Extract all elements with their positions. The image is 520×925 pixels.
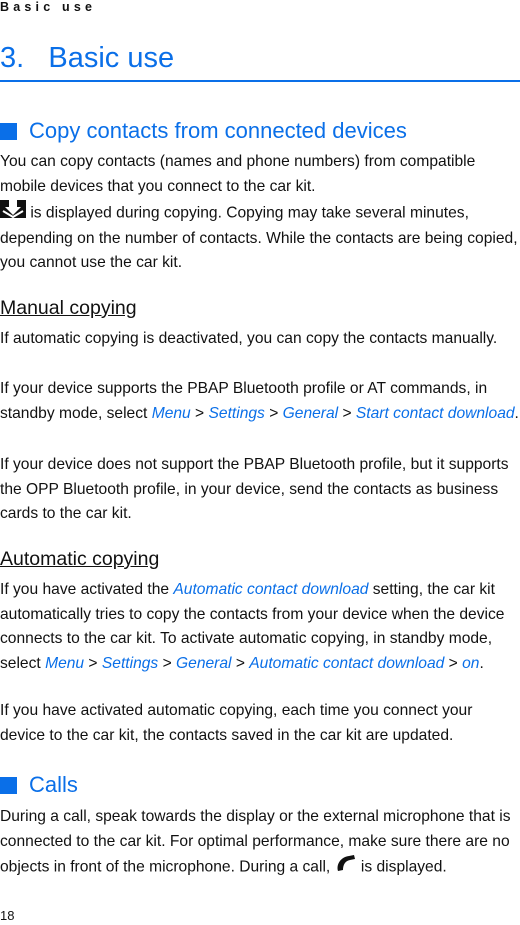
phone-handset-icon	[335, 854, 357, 881]
chapter-rule	[0, 80, 520, 82]
menu-path-item: General	[176, 654, 232, 672]
paragraph: If automatic copying is deactivated, you…	[0, 330, 498, 347]
chapter-heading: 3. Basic use	[0, 38, 520, 82]
section-title-text: Copy contacts from connected devices	[29, 118, 407, 143]
section-title-text: Calls	[29, 772, 78, 797]
menu-path-item: Menu	[45, 654, 85, 672]
paragraph: If you have activated automatic copying,…	[0, 702, 473, 744]
menu-path-item: General	[282, 404, 339, 422]
paragraph: During a call, speak towards the display…	[0, 805, 520, 881]
menu-path-item: Automatic contact download	[249, 654, 445, 672]
menu-path-item: on	[462, 654, 480, 672]
setting-name: Automatic contact download	[173, 581, 369, 598]
paragraph: is displayed during copying. Copying may…	[0, 200, 520, 276]
subsection-title: Automatic copying	[0, 548, 160, 570]
section-title: Calls	[0, 771, 78, 799]
section-square-icon	[0, 776, 17, 794]
running-head: Basic use	[0, 0, 97, 14]
paragraph: If your device supports the PBAP Bluetoo…	[0, 380, 519, 422]
subsection-title: Manual copying	[0, 297, 137, 319]
section-copy-contacts: Copy contacts from connected devices	[0, 117, 407, 145]
paragraph: You can copy contacts (names and phone n…	[0, 153, 476, 195]
section-square-icon	[0, 122, 17, 140]
section-calls: Calls	[0, 771, 78, 799]
chapter-title: 3. Basic use	[0, 42, 175, 74]
section-title: Copy contacts from connected devices	[0, 117, 407, 145]
paragraph: If you have activated the Automatic cont…	[0, 581, 505, 672]
menu-path-item: Settings	[208, 404, 265, 422]
menu-path-item: Menu	[151, 404, 191, 422]
page-number: 18	[0, 908, 15, 923]
download-contacts-icon	[0, 200, 26, 227]
paragraph: If your device does not support the PBAP…	[0, 456, 509, 522]
menu-path-item: Settings	[101, 654, 159, 672]
menu-path-item: Start contact download	[355, 404, 515, 422]
